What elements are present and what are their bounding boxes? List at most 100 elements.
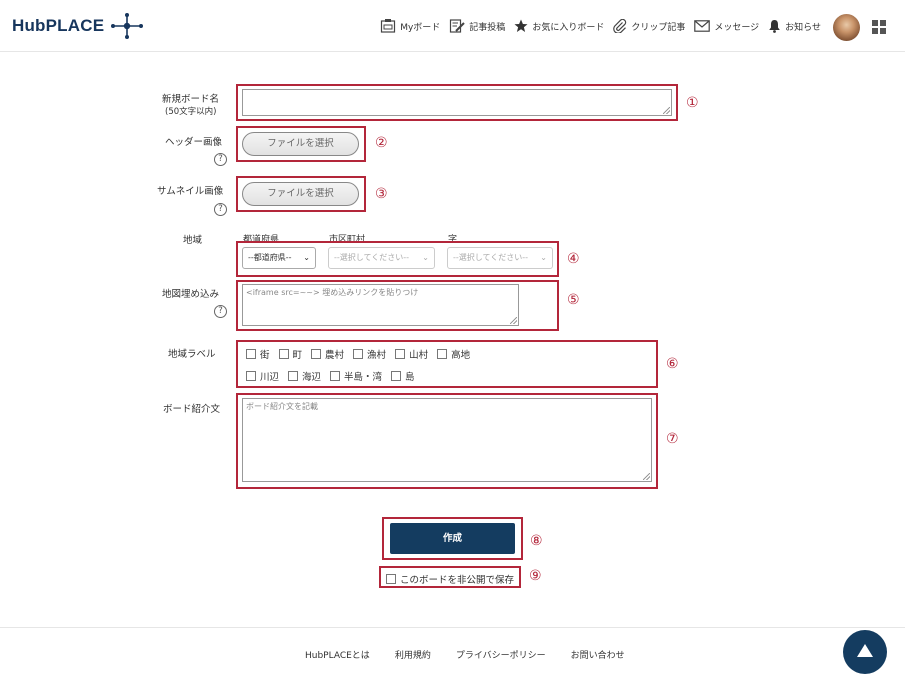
tag-checkbox-kochi[interactable]: 高地 bbox=[437, 347, 470, 361]
board-name-input[interactable] bbox=[242, 89, 672, 116]
nav-favorite-boards[interactable]: お気に入りボード bbox=[514, 19, 604, 33]
city-select[interactable]: --選択してください-- ⌄ bbox=[328, 247, 435, 269]
private-save-label: このボードを非公開で保存 bbox=[400, 575, 515, 586]
checkbox[interactable] bbox=[353, 349, 364, 359]
prefecture-select-value: --都道府県-- bbox=[248, 253, 292, 262]
region-tags-row-1: 街 町 農村 漁村 山村 高地 bbox=[246, 347, 479, 361]
annotation-marker-2: ② bbox=[375, 135, 388, 151]
logo-text: HubPLACE bbox=[12, 16, 105, 35]
annotation-marker-3: ③ bbox=[375, 186, 388, 202]
star-icon bbox=[514, 19, 528, 32]
checkbox[interactable] bbox=[395, 349, 406, 359]
tag-label: 漁村 bbox=[367, 350, 387, 361]
nav-label: Myボード bbox=[400, 22, 441, 33]
map-embed-textarea[interactable]: <iframe src=~~> 埋め込みリンクを貼りつけ bbox=[242, 284, 519, 326]
nav-messages[interactable]: メッセージ bbox=[694, 20, 759, 33]
nav-notifications[interactable]: お知らせ bbox=[768, 19, 821, 33]
footer-links: HubPLACEとは 利用規約 プライバシーポリシー お問い合わせ bbox=[305, 648, 650, 661]
footer-link-contact[interactable]: お問い合わせ bbox=[571, 648, 625, 661]
nav-my-board[interactable]: Myボード bbox=[380, 18, 440, 34]
nav-label: お知らせ bbox=[785, 22, 821, 33]
tag-checkbox-gai[interactable]: 街 bbox=[246, 347, 270, 361]
help-icon[interactable]: ? bbox=[214, 203, 227, 216]
annotation-marker-1: ① bbox=[686, 95, 699, 111]
intro-label: ボード紹介文 bbox=[163, 404, 221, 415]
chevron-down-icon: ⌄ bbox=[422, 253, 429, 262]
nav-clip-articles[interactable]: クリップ記事 bbox=[613, 19, 685, 33]
resize-grip-icon[interactable] bbox=[663, 107, 670, 114]
header: HubPLACE Myボード 記事投稿 お気に入りボード クリップ記事 メッセー… bbox=[0, 0, 905, 52]
thumbnail-image-file-button[interactable]: ファイルを選択 bbox=[242, 182, 359, 206]
tag-label: 農村 bbox=[325, 350, 345, 361]
tag-checkbox-noson[interactable]: 農村 bbox=[311, 347, 344, 361]
checkbox[interactable] bbox=[246, 371, 256, 381]
tag-checkbox-shima[interactable]: 島 bbox=[391, 369, 415, 383]
intro-placeholder: ボード紹介文を記載 bbox=[246, 402, 318, 411]
prefecture-select[interactable]: --都道府県-- ⌄ bbox=[242, 247, 316, 269]
map-embed-label: 地図埋め込み bbox=[162, 289, 220, 300]
logo[interactable]: HubPLACE bbox=[12, 13, 144, 39]
nav-post-article[interactable]: 記事投稿 bbox=[449, 18, 505, 34]
checkbox[interactable] bbox=[288, 371, 299, 381]
nav-label: お気に入りボード bbox=[532, 22, 605, 33]
menu-grid-icon[interactable] bbox=[872, 20, 886, 34]
tag-label: 川辺 bbox=[260, 372, 280, 383]
region-tags-label: 地域ラベル bbox=[168, 349, 216, 360]
nav-label: メッセージ bbox=[714, 22, 760, 33]
annotation-marker-9: ⑨ bbox=[529, 568, 542, 584]
resize-grip-icon[interactable] bbox=[643, 473, 650, 480]
annotation-marker-6: ⑥ bbox=[666, 356, 679, 372]
board-icon bbox=[381, 19, 396, 33]
annotation-marker-7: ⑦ bbox=[666, 431, 679, 447]
chevron-down-icon: ⌄ bbox=[303, 253, 310, 262]
scroll-to-top-button[interactable] bbox=[843, 630, 887, 674]
map-embed-placeholder: <iframe src=~~> 埋め込みリンクを貼りつけ bbox=[246, 288, 419, 297]
checkbox[interactable] bbox=[437, 349, 448, 359]
paperclip-icon bbox=[613, 19, 627, 33]
footer-link-terms[interactable]: 利用規約 bbox=[395, 648, 431, 661]
private-save-option[interactable]: このボードを非公開で保存 bbox=[386, 572, 514, 586]
annotation-marker-5: ⑤ bbox=[567, 292, 580, 308]
tag-checkbox-umibe[interactable]: 海辺 bbox=[288, 369, 321, 383]
tag-checkbox-hanto[interactable]: 半島・湾 bbox=[330, 369, 382, 383]
help-icon[interactable]: ? bbox=[214, 153, 227, 166]
checkbox[interactable] bbox=[246, 349, 256, 359]
logo-mark-icon bbox=[111, 13, 144, 39]
checkbox[interactable] bbox=[278, 349, 289, 359]
edit-icon bbox=[450, 19, 466, 33]
tag-label: 高地 bbox=[451, 350, 471, 361]
board-name-sublabel: (50文字以内) bbox=[165, 107, 217, 117]
private-save-checkbox[interactable] bbox=[386, 574, 396, 584]
nav-label: クリップ記事 bbox=[631, 22, 686, 33]
checkbox[interactable] bbox=[311, 349, 322, 359]
tag-checkbox-sanson[interactable]: 山村 bbox=[395, 347, 428, 361]
tag-label: 街 bbox=[260, 350, 270, 361]
thumbnail-image-label: サムネイル画像 bbox=[157, 186, 224, 197]
mail-icon bbox=[694, 20, 711, 32]
help-icon[interactable]: ? bbox=[214, 305, 227, 318]
region-tags-row-2: 川辺 海辺 半島・湾 島 bbox=[246, 369, 424, 383]
board-name-label: 新規ボード名 bbox=[162, 94, 220, 105]
tag-label: 山村 bbox=[409, 350, 429, 361]
header-image-file-button[interactable]: ファイルを選択 bbox=[242, 132, 359, 156]
tag-checkbox-kawabe[interactable]: 川辺 bbox=[246, 369, 279, 383]
intro-textarea[interactable]: ボード紹介文を記載 bbox=[242, 398, 652, 482]
checkbox[interactable] bbox=[330, 371, 341, 381]
footer-link-about[interactable]: HubPLACEとは bbox=[305, 648, 370, 661]
top-nav: Myボード 記事投稿 お気に入りボード クリップ記事 メッセージ お知らせ bbox=[371, 18, 821, 34]
tag-label: 島 bbox=[405, 372, 415, 383]
footer-link-privacy[interactable]: プライバシーポリシー bbox=[456, 648, 546, 661]
resize-grip-icon[interactable] bbox=[510, 317, 517, 324]
footer: HubPLACEとは 利用規約 プライバシーポリシー お問い合わせ bbox=[0, 627, 905, 677]
checkbox[interactable] bbox=[391, 371, 402, 381]
tag-checkbox-machi[interactable]: 町 bbox=[278, 347, 303, 361]
tag-label: 半島・湾 bbox=[344, 372, 383, 383]
tag-label: 町 bbox=[292, 350, 303, 361]
avatar[interactable] bbox=[833, 14, 860, 41]
aza-select-value: --選択してください-- bbox=[453, 253, 529, 262]
region-label: 地域 bbox=[183, 235, 203, 246]
tag-checkbox-gyoson[interactable]: 漁村 bbox=[353, 347, 386, 361]
aza-select[interactable]: --選択してください-- ⌄ bbox=[447, 247, 553, 269]
create-button[interactable]: 作成 bbox=[390, 523, 515, 554]
tag-label: 海辺 bbox=[302, 372, 322, 383]
